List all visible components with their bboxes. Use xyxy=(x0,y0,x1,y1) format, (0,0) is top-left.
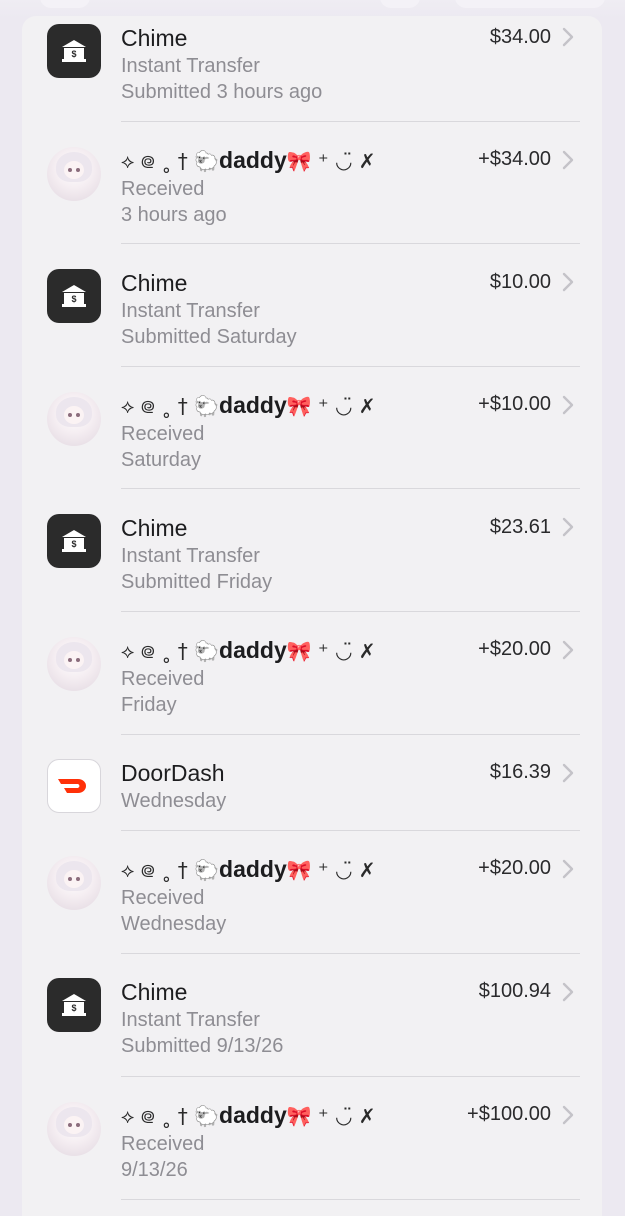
transaction-row[interactable]: $ Chime Instant Transfer Submitted 3 hou… xyxy=(22,16,602,122)
transaction-amount: +$10.00 xyxy=(478,393,551,415)
transaction-row[interactable]: $ Chime Instant Transfer Submitted 9/13/… xyxy=(22,954,602,1077)
chevron-right-icon xyxy=(562,763,574,783)
merchant-name: Chime xyxy=(121,515,188,541)
chevron-right-icon xyxy=(562,1105,574,1125)
sender-name: ⟡ ᪤ ˳ † 🐑daddy🎀 ⁺ ◡̈ ✗ xyxy=(121,392,376,418)
avatar xyxy=(47,637,101,691)
bank-icon: $ xyxy=(47,269,101,323)
transaction-row[interactable]: ⟡ ᪤ ˳ † 🐑daddy🎀 ⁺ ◡̈ ✗ Received 3 hours … xyxy=(22,122,602,244)
transaction-detail: Instant Transfer xyxy=(121,1009,260,1031)
transaction-row[interactable]: ⟡ ᪤ ˳ † 🐑daddy🎀 ⁺ ◡̈ ✗ Received 9/13/26 … xyxy=(22,1077,602,1200)
header-pill-right xyxy=(455,0,605,8)
svg-text:$: $ xyxy=(71,49,76,59)
transaction-amount: $100.94 xyxy=(478,980,551,1002)
transaction-amount: $10.00 xyxy=(489,271,551,293)
transaction-detail: Received xyxy=(121,887,205,909)
chevron-right-icon xyxy=(562,859,574,879)
header-pill-middle xyxy=(380,0,420,8)
transaction-row[interactable]: $ Chime Instant Transfer Submitted Satur… xyxy=(22,244,602,367)
transaction-detail: Received xyxy=(121,178,205,200)
sender-name: ⟡ ᪤ ˳ † 🐑daddy🎀 ⁺ ◡̈ ✗ xyxy=(121,856,376,882)
transaction-list: $ Chime Instant Transfer Submitted 3 hou… xyxy=(22,16,602,1216)
sender-name: ⟡ ᪤ ˳ † 🐑daddy🎀 ⁺ ◡̈ ✗ xyxy=(121,147,376,173)
svg-text:$: $ xyxy=(71,294,76,304)
transaction-detail: Instant Transfer xyxy=(121,55,260,77)
sender-name: ⟡ ᪤ ˳ † 🐑daddy🎀 ⁺ ◡̈ ✗ xyxy=(121,1102,376,1128)
chevron-right-icon xyxy=(562,640,574,660)
transaction-detail: Received xyxy=(121,423,205,445)
merchant-name: Chime xyxy=(121,979,188,1005)
bank-icon: $ xyxy=(47,978,101,1032)
doordash-icon xyxy=(47,759,101,813)
chevron-right-icon xyxy=(562,272,574,292)
transaction-date: Submitted Saturday xyxy=(121,326,297,348)
transaction-date: Submitted Friday xyxy=(121,571,273,593)
transaction-amount: $16.39 xyxy=(489,761,551,783)
transaction-row[interactable]: DoorDash Wednesday $16.39 xyxy=(22,735,602,831)
sender-name: ⟡ ᪤ ˳ † 🐑daddy🎀 ⁺ ◡̈ ✗ xyxy=(121,637,376,663)
transaction-amount: +$34.00 xyxy=(478,148,551,170)
transaction-date: Wednesday xyxy=(121,913,227,935)
transaction-row[interactable]: $ Chime Instant Transfer Submitted Frida… xyxy=(22,489,602,612)
transaction-amount: +$20.00 xyxy=(478,857,551,879)
transaction-amount: $23.61 xyxy=(489,516,551,538)
avatar xyxy=(47,392,101,446)
transaction-date: Submitted 3 hours ago xyxy=(121,81,323,103)
svg-text:$: $ xyxy=(71,1003,76,1013)
avatar xyxy=(47,1102,101,1156)
transaction-date: Submitted 9/13/26 xyxy=(121,1035,284,1057)
chevron-right-icon xyxy=(562,395,574,415)
merchant-name: Chime xyxy=(121,270,188,296)
transaction-date: 9/13/26 xyxy=(121,1159,188,1181)
header-pill-left xyxy=(40,0,90,8)
transaction-date: Saturday xyxy=(121,449,202,471)
transaction-detail: Instant Transfer xyxy=(121,300,260,322)
transaction-amount: +$20.00 xyxy=(478,638,551,660)
transaction-detail: Received xyxy=(121,1133,205,1155)
transaction-date: Friday xyxy=(121,694,177,716)
avatar xyxy=(47,147,101,201)
transaction-amount: +$100.00 xyxy=(467,1103,551,1125)
chevron-right-icon xyxy=(562,27,574,47)
transaction-detail: Received xyxy=(121,668,205,690)
transaction-detail: Instant Transfer xyxy=(121,545,260,567)
transaction-amount: $34.00 xyxy=(489,26,551,48)
bank-icon: $ xyxy=(47,514,101,568)
avatar xyxy=(47,856,101,910)
transaction-date: 3 hours ago xyxy=(121,204,227,226)
svg-text:$: $ xyxy=(71,539,76,549)
transaction-row[interactable]: ⟡ ᪤ ˳ † 🐑daddy🎀 ⁺ ◡̈ ✗ Received Friday +… xyxy=(22,612,602,735)
chevron-right-icon xyxy=(562,982,574,1002)
chevron-right-icon xyxy=(562,517,574,537)
merchant-name: Chime xyxy=(121,25,188,51)
transaction-row[interactable]: ⟡ ᪤ ˳ † 🐑daddy🎀 ⁺ ◡̈ ✗ Received Saturday… xyxy=(22,367,602,489)
transaction-row[interactable]: ⟡ ᪤ ˳ † 🐑daddy🎀 ⁺ ◡̈ ✗ Received Wednesda… xyxy=(22,831,602,954)
chevron-right-icon xyxy=(562,150,574,170)
transaction-date: Wednesday xyxy=(121,790,227,812)
merchant-name: DoorDash xyxy=(121,760,225,786)
bank-icon: $ xyxy=(47,24,101,78)
